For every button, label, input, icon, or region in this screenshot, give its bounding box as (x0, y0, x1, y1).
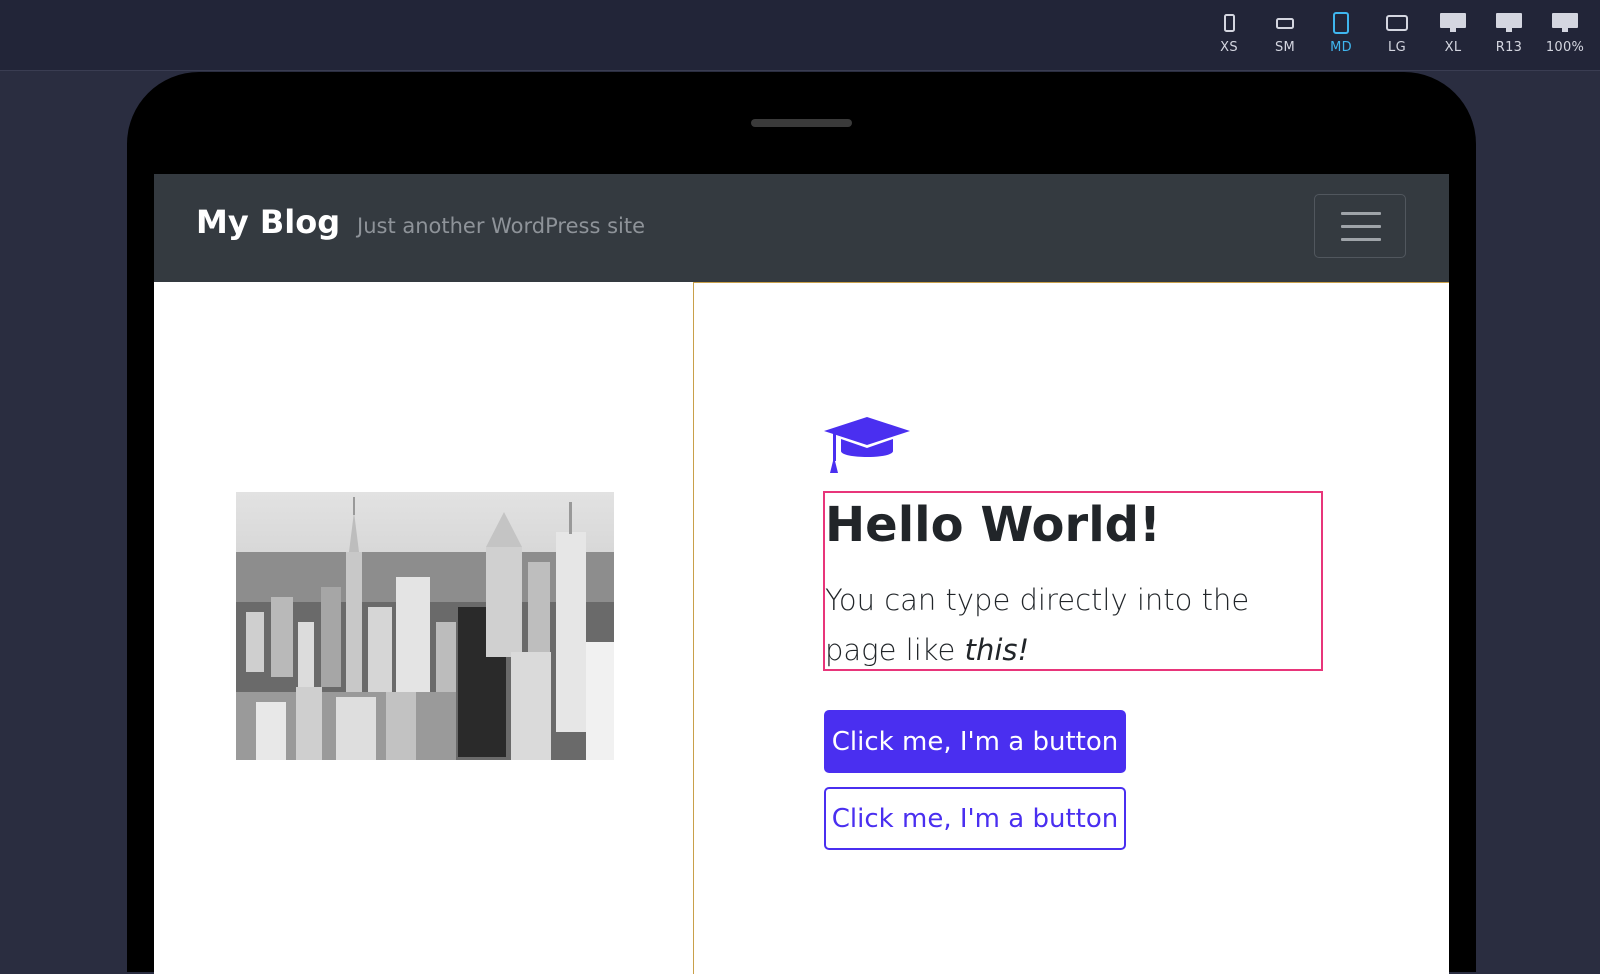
hamburger-icon (1341, 212, 1381, 215)
device-preview-toolbar: XS SM MD LG XL R13 100% (0, 0, 1600, 71)
editable-text-block[interactable]: Hello World! You can type directly into … (823, 491, 1323, 671)
hero-lead-text[interactable]: You can type directly into the page like… (825, 575, 1323, 675)
primary-button[interactable]: Click me, I'm a button (824, 710, 1126, 773)
hamburger-icon (1341, 225, 1381, 228)
tablet-speaker (751, 119, 852, 127)
image-column (154, 282, 694, 974)
hamburger-icon (1341, 238, 1381, 241)
navbar-toggle-button[interactable] (1314, 194, 1406, 258)
tablet-frame: My Blog Just another WordPress site Hell… (127, 72, 1476, 974)
phone-portrait-icon (1224, 14, 1235, 32)
device-lg-label: LG (1388, 40, 1406, 55)
preview-screen: My Blog Just another WordPress site Hell… (154, 174, 1449, 974)
device-r13-button[interactable]: R13 (1484, 12, 1534, 55)
device-r13-label: R13 (1495, 40, 1523, 55)
tablet-landscape-icon (1386, 15, 1408, 31)
graduation-cap-icon (824, 417, 910, 473)
city-skyline-photo (236, 492, 614, 760)
tablet-portrait-icon (1333, 12, 1349, 34)
phone-landscape-icon (1276, 18, 1294, 29)
device-lg-button[interactable]: LG (1372, 12, 1422, 55)
desktop-icon (1440, 13, 1466, 32)
device-md-label: MD (1330, 40, 1352, 55)
device-sm-button[interactable]: SM (1260, 12, 1310, 55)
hero-headline[interactable]: Hello World! (825, 497, 1161, 553)
outline-button[interactable]: Click me, I'm a button (824, 787, 1126, 850)
site-navbar: My Blog Just another WordPress site (154, 174, 1449, 282)
device-xs-button[interactable]: XS (1204, 12, 1254, 55)
device-sm-label: SM (1274, 40, 1296, 55)
site-tagline: Just another WordPress site (357, 214, 646, 238)
device-full-button[interactable]: 100% (1540, 12, 1590, 55)
device-xl-button[interactable]: XL (1428, 12, 1478, 55)
device-md-button[interactable]: MD (1316, 12, 1366, 55)
device-size-selector: XS SM MD LG XL R13 100% (1198, 12, 1590, 55)
lead-text: You can type directly into the page like (825, 583, 1250, 667)
device-xl-label: XL (1444, 40, 1462, 55)
content-column: Hello World! You can type directly into … (694, 282, 1449, 974)
site-brand[interactable]: My Blog (196, 203, 340, 241)
desktop-icon (1552, 13, 1578, 32)
desktop-icon (1496, 13, 1522, 32)
device-full-label: 100% (1545, 40, 1585, 55)
device-xs-label: XS (1220, 40, 1238, 55)
lead-emphasis: this! (964, 633, 1030, 667)
